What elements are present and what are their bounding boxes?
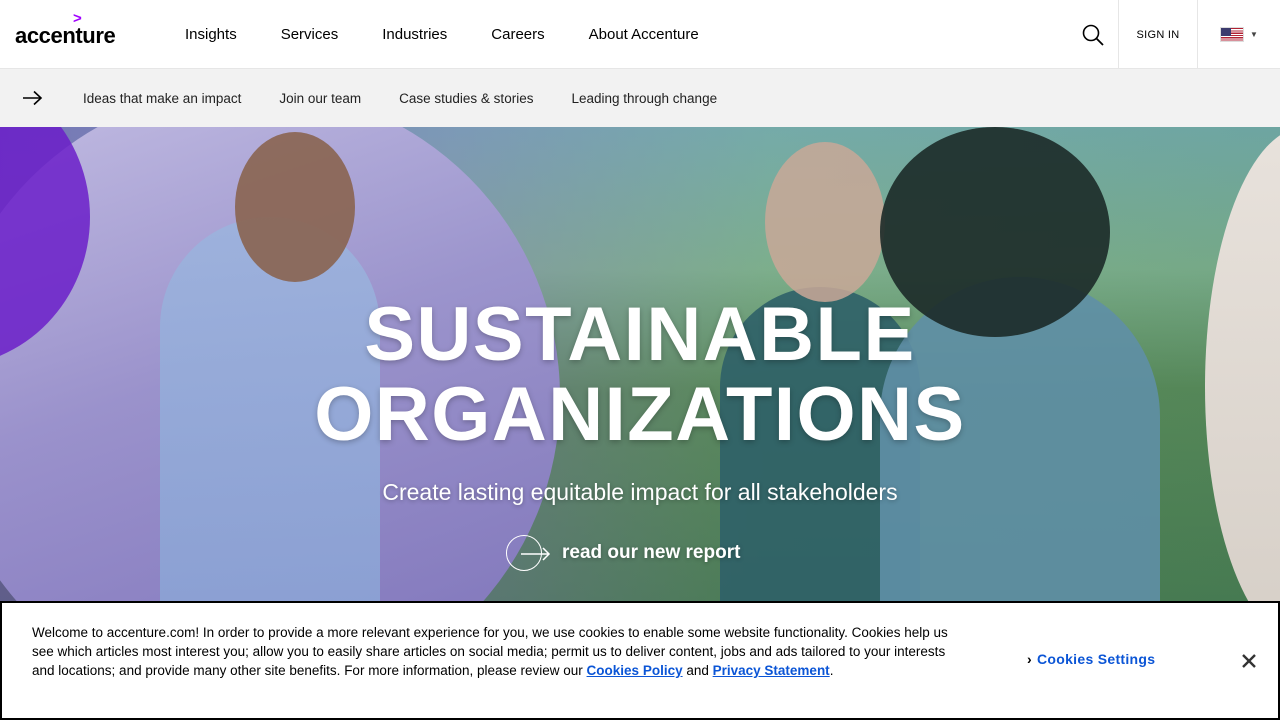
cookie-end-text: . — [829, 663, 834, 678]
hero-title-line1: SUSTAINABLE — [364, 292, 916, 377]
hero-subtitle: Create lasting equitable impact for all … — [382, 479, 898, 505]
accenture-logo[interactable]: > accenture — [15, 11, 125, 48]
nav-insights[interactable]: Insights — [185, 26, 237, 43]
cookie-banner: Welcome to accenture.com! In order to pr… — [0, 601, 1280, 720]
sign-in-button[interactable]: SIGN IN — [1118, 0, 1198, 69]
cookies-policy-link[interactable]: Cookies Policy — [587, 663, 683, 678]
search-icon — [1082, 24, 1104, 46]
main-nav: Insights Services Industries Careers Abo… — [185, 0, 743, 69]
hero-banner: SUSTAINABLE ORGANIZATIONS Create lasting… — [0, 127, 1280, 602]
nav-industries[interactable]: Industries — [382, 26, 447, 43]
caret-down-icon: ▼ — [1250, 30, 1258, 39]
arrow-right-icon[interactable] — [22, 90, 44, 106]
privacy-statement-link[interactable]: Privacy Statement — [713, 663, 830, 678]
hero-person-man-head — [235, 132, 355, 282]
close-icon — [1242, 654, 1256, 668]
nav-careers[interactable]: Careers — [491, 26, 544, 43]
search-button[interactable] — [1068, 0, 1118, 69]
us-flag-icon — [1220, 27, 1245, 42]
site-header: > accenture Insights Services Industries… — [0, 0, 1280, 69]
locale-selector[interactable]: ▼ — [1198, 0, 1280, 69]
sub-nav-items: Ideas that make an impact Join our team … — [83, 69, 755, 127]
cookie-message: Welcome to accenture.com! In order to pr… — [32, 623, 962, 680]
hero-title: SUSTAINABLE ORGANIZATIONS — [0, 295, 1280, 455]
hero-cta-link[interactable]: read our new report — [506, 535, 740, 571]
hero-title-line2: ORGANIZATIONS — [314, 372, 966, 457]
subnav-join[interactable]: Join our team — [279, 91, 361, 106]
chevron-right-icon: › — [1027, 651, 1032, 667]
nav-services[interactable]: Services — [281, 26, 339, 43]
cookies-settings-label: Cookies Settings — [1036, 651, 1156, 667]
sub-nav: Ideas that make an impact Join our team … — [0, 69, 1280, 127]
cookie-and-text: and — [682, 663, 713, 678]
subnav-leading[interactable]: Leading through change — [571, 91, 717, 106]
hero-cta-label: read our new report — [562, 542, 741, 563]
arrow-circle-icon — [506, 535, 551, 571]
subnav-case-studies[interactable]: Case studies & stories — [399, 91, 533, 106]
cookies-settings-button[interactable]: › Cookies Settings — [1027, 651, 1155, 667]
logo-text: accenture — [15, 23, 116, 48]
close-button[interactable] — [1238, 650, 1260, 672]
subnav-ideas[interactable]: Ideas that make an impact — [83, 91, 241, 106]
nav-about[interactable]: About Accenture — [589, 26, 699, 43]
hero-person-woman-head — [765, 142, 885, 302]
